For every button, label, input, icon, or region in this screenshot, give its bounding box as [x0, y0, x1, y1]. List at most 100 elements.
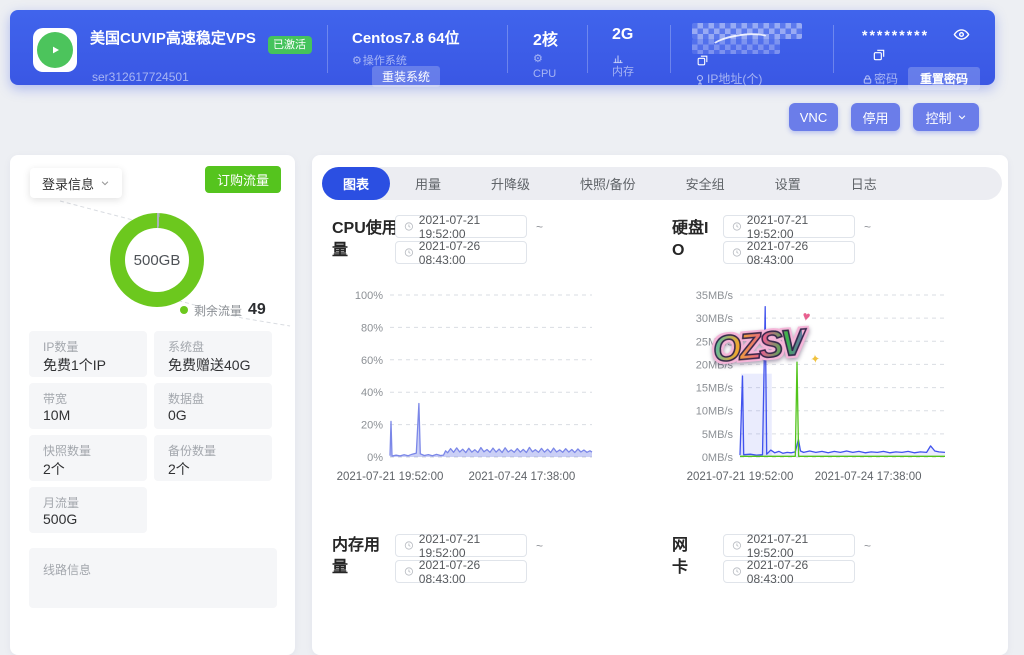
stat-label: 数据盘 — [168, 390, 204, 407]
order-traffic-button[interactable]: 订购流量 — [205, 166, 281, 193]
tab-usage[interactable]: 用量 — [390, 167, 466, 200]
tab-snapshot-backup[interactable]: 快照/备份 — [555, 167, 661, 200]
divider — [833, 25, 834, 73]
nic-date-to-input[interactable]: 2021-07-26 08:43:00 — [723, 560, 855, 583]
cpu-date-to-input[interactable]: 2021-07-26 08:43:00 — [395, 241, 527, 264]
reinstall-os-button[interactable]: 重装系统 — [372, 66, 440, 87]
clock-icon — [732, 247, 742, 258]
svg-text:20%: 20% — [361, 420, 383, 432]
location-pin-icon — [694, 74, 706, 86]
chevron-down-icon — [100, 178, 110, 188]
memory-date-from-input[interactable]: 2021-07-21 19:52:00 — [395, 534, 527, 557]
svg-text:60%: 60% — [361, 355, 383, 367]
stat-card-bandwidth: 带宽 10M — [29, 383, 147, 429]
stat-value: 免费1个IP — [43, 355, 106, 375]
date-value: 2021-07-26 08:43:00 — [419, 239, 518, 267]
clock-icon — [404, 566, 414, 577]
tab-charts[interactable]: 图表 — [322, 167, 390, 200]
date-value: 2021-07-26 08:43:00 — [419, 558, 518, 586]
stat-card-monthly-traffic: 月流量 500G — [29, 487, 147, 533]
memory-date-to-input[interactable]: 2021-07-26 08:43:00 — [395, 560, 527, 583]
stat-card-ip: IP数量 免费1个IP — [29, 331, 147, 377]
svg-text:0MB/s: 0MB/s — [702, 452, 734, 464]
date-range-separator: ~ — [536, 539, 543, 553]
divider — [507, 25, 508, 73]
tab-logs[interactable]: 日志 — [826, 167, 902, 200]
stat-label: IP数量 — [43, 338, 78, 355]
date-value: 2021-07-26 08:43:00 — [747, 239, 846, 267]
divider — [587, 25, 588, 73]
cpu-usage-chart: 100%80%60%40%20%0%2021-07-21 19:52:00202… — [330, 276, 664, 490]
svg-text:2021-07-21 19:52:00: 2021-07-21 19:52:00 — [687, 471, 794, 483]
cpu-date-from-input[interactable]: 2021-07-21 19:52:00 — [395, 215, 527, 238]
server-title: 美国CUVIP高速稳定VPS — [90, 30, 262, 49]
control-dropdown-button[interactable]: 控制 — [913, 103, 979, 131]
svg-text:35MB/s: 35MB/s — [696, 290, 734, 302]
ip-label: IP地址(个) — [707, 72, 762, 88]
password-label: 密码 — [874, 72, 898, 88]
vnc-button[interactable]: VNC — [789, 103, 838, 131]
svg-text:80%: 80% — [361, 322, 383, 334]
tab-security-group[interactable]: 安全组 — [661, 167, 750, 200]
gear-icon: ⚙ — [352, 54, 362, 68]
stat-card-snapshots: 快照数量 2个 — [29, 435, 147, 481]
date-range-separator: ~ — [864, 539, 871, 553]
cpu-value: 2核 — [533, 26, 558, 50]
svg-text:0%: 0% — [367, 452, 383, 464]
svg-text:30MB/s: 30MB/s — [696, 313, 734, 325]
server-id: ser312617724501 — [92, 70, 189, 84]
stat-value: 2个 — [168, 459, 190, 479]
donut-legend: 剩余流量 49 — [180, 301, 266, 319]
stop-button[interactable]: 停用 — [851, 103, 900, 131]
stat-label: 备份数量 — [168, 442, 216, 459]
memory-value: 2G — [612, 26, 633, 44]
stat-card-sysdisk: 系统盘 免费赠送40G — [154, 331, 272, 377]
clock-icon — [732, 540, 742, 551]
date-value: 2021-07-26 08:43:00 — [747, 558, 846, 586]
memory-label: 内存 — [612, 65, 634, 79]
copy-password-icon[interactable] — [872, 48, 886, 62]
reset-password-button[interactable]: 重置密码 — [908, 67, 980, 90]
date-value: 2021-07-21 19:52:00 — [747, 532, 846, 560]
traffic-total: 500GB — [110, 252, 204, 269]
disk-date-to-input[interactable]: 2021-07-26 08:43:00 — [723, 241, 855, 264]
tab-settings[interactable]: 设置 — [750, 167, 826, 200]
legend-value: 49 — [248, 301, 266, 319]
date-value: 2021-07-21 19:52:00 — [419, 532, 518, 560]
disk-date-from-input[interactable]: 2021-07-21 19:52:00 — [723, 215, 855, 238]
stat-value: 10M — [43, 407, 70, 423]
legend-label: 剩余流量 — [194, 302, 242, 319]
clock-icon — [404, 247, 414, 258]
copy-ip-icon[interactable] — [696, 54, 709, 67]
svg-text:2021-07-24 17:38:00: 2021-07-24 17:38:00 — [815, 471, 922, 483]
control-label: 控制 — [925, 108, 951, 127]
tab-bar: 图表 用量 升降级 快照/备份 安全组 设置 日志 — [322, 167, 1002, 200]
eye-icon[interactable] — [953, 26, 970, 43]
play-icon — [37, 32, 73, 68]
server-power-indicator[interactable] — [33, 28, 77, 72]
stat-card-datadisk: 数据盘 0G — [154, 383, 272, 429]
cpu-label: CPU — [533, 67, 556, 81]
stat-label: 线路信息 — [43, 561, 91, 578]
svg-text:100%: 100% — [355, 290, 383, 302]
gear-icon: ⚙ — [533, 52, 543, 66]
traffic-sidebar: 登录信息 订购流量 500GB 剩余流量 49 IP数量 免费1个IP 系统盘 … — [10, 155, 295, 655]
svg-text:10MB/s: 10MB/s — [696, 406, 734, 418]
password-masked: ********* — [862, 27, 929, 43]
login-info-dropdown[interactable]: 登录信息 — [30, 168, 122, 198]
legend-dot — [180, 306, 188, 314]
stat-card-bottom: 线路信息 — [29, 548, 277, 608]
clock-icon — [404, 221, 414, 232]
disk-io-chart: 35MB/s30MB/s25MB/s20MB/s15MB/s10MB/s5MB/… — [670, 276, 1010, 490]
date-range-separator: ~ — [864, 220, 871, 234]
stat-label: 系统盘 — [168, 338, 204, 355]
tab-upgrade[interactable]: 升降级 — [466, 167, 555, 200]
stat-label: 月流量 — [43, 494, 79, 511]
memory-chart-title: 内存用量 — [332, 535, 384, 578]
lock-icon — [862, 74, 873, 85]
vps-control-panel: { "header": { "title": "美国CUVIP高速稳定VPS",… — [0, 0, 1024, 569]
clock-icon — [732, 221, 742, 232]
stat-value: 500G — [43, 511, 77, 527]
svg-text:2021-07-24 17:38:00: 2021-07-24 17:38:00 — [469, 471, 576, 483]
nic-date-from-input[interactable]: 2021-07-21 19:52:00 — [723, 534, 855, 557]
